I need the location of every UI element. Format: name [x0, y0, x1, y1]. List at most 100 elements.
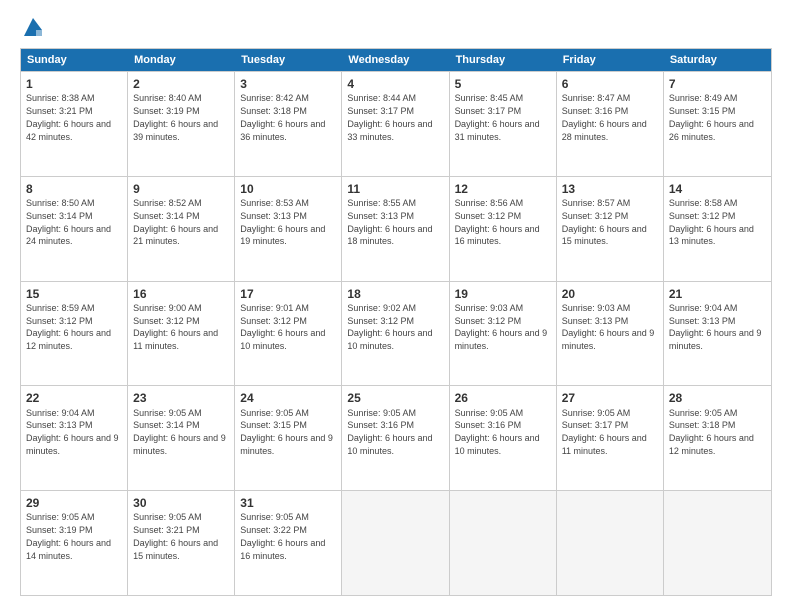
calendar-cell: 19Sunrise: 9:03 AMSunset: 3:12 PMDayligh…	[450, 282, 557, 386]
calendar-cell: 11Sunrise: 8:55 AMSunset: 3:13 PMDayligh…	[342, 177, 449, 281]
calendar-cell	[557, 491, 664, 595]
calendar-cell: 28Sunrise: 9:05 AMSunset: 3:18 PMDayligh…	[664, 386, 771, 490]
day-number: 9	[133, 181, 229, 197]
cell-info: Sunrise: 9:04 AMSunset: 3:13 PMDaylight:…	[669, 303, 762, 351]
calendar-cell: 9Sunrise: 8:52 AMSunset: 3:14 PMDaylight…	[128, 177, 235, 281]
header-day-thursday: Thursday	[450, 49, 557, 71]
calendar-cell: 20Sunrise: 9:03 AMSunset: 3:13 PMDayligh…	[557, 282, 664, 386]
day-number: 15	[26, 286, 122, 302]
day-number: 8	[26, 181, 122, 197]
day-number: 23	[133, 390, 229, 406]
cell-info: Sunrise: 8:47 AMSunset: 3:16 PMDaylight:…	[562, 93, 647, 141]
cell-info: Sunrise: 9:01 AMSunset: 3:12 PMDaylight:…	[240, 303, 325, 351]
calendar-cell: 25 Sunrise: 9:05 AMSunset: 3:16 PMDayligh…	[342, 386, 449, 490]
calendar-cell: 26Sunrise: 9:05 AMSunset: 3:16 PMDayligh…	[450, 386, 557, 490]
calendar-cell: 27 Sunrise: 9:05 AMSunset: 3:17 PMDayligh…	[557, 386, 664, 490]
calendar-cell: 2Sunrise: 8:40 AMSunset: 3:19 PMDaylight…	[128, 72, 235, 176]
cell-info: Sunrise: 8:57 AMSunset: 3:12 PMDaylight:…	[562, 198, 647, 246]
calendar-row-4: 22Sunrise: 9:04 AMSunset: 3:13 PMDayligh…	[21, 385, 771, 490]
calendar-cell: 17Sunrise: 9:01 AMSunset: 3:12 PMDayligh…	[235, 282, 342, 386]
day-number: 4	[347, 76, 443, 92]
header-day-sunday: Sunday	[21, 49, 128, 71]
cell-info: Sunrise: 9:05 AMSunset: 3:19 PMDaylight:…	[26, 512, 111, 560]
calendar-cell: 3Sunrise: 8:42 AMSunset: 3:18 PMDaylight…	[235, 72, 342, 176]
cell-info: Sunrise: 9:05 AMSunset: 3:15 PMDaylight:…	[240, 408, 333, 456]
calendar-row-5: 29Sunrise: 9:05 AMSunset: 3:19 PMDayligh…	[21, 490, 771, 595]
cell-info: Sunrise: 8:38 AMSunset: 3:21 PMDaylight:…	[26, 93, 111, 141]
day-number: 27	[562, 390, 658, 406]
calendar-cell: 14Sunrise: 8:58 AMSunset: 3:12 PMDayligh…	[664, 177, 771, 281]
header-day-monday: Monday	[128, 49, 235, 71]
day-number: 5	[455, 76, 551, 92]
day-number: 21	[669, 286, 766, 302]
cell-info: Sunrise: 8:52 AMSunset: 3:14 PMDaylight:…	[133, 198, 218, 246]
calendar-cell: 13Sunrise: 8:57 AMSunset: 3:12 PMDayligh…	[557, 177, 664, 281]
day-number: 18	[347, 286, 443, 302]
day-number: 25	[347, 390, 443, 406]
header-day-friday: Friday	[557, 49, 664, 71]
day-number: 20	[562, 286, 658, 302]
day-number: 30	[133, 495, 229, 511]
calendar-row-3: 15Sunrise: 8:59 AMSunset: 3:12 PMDayligh…	[21, 281, 771, 386]
cell-info: Sunrise: 8:58 AMSunset: 3:12 PMDaylight:…	[669, 198, 754, 246]
day-number: 16	[133, 286, 229, 302]
cell-info: Sunrise: 8:49 AMSunset: 3:15 PMDaylight:…	[669, 93, 754, 141]
day-number: 13	[562, 181, 658, 197]
cell-info: Sunrise: 8:53 AMSunset: 3:13 PMDaylight:…	[240, 198, 325, 246]
cell-info: Sunrise: 9:05 AMSunset: 3:16 PMDaylight:…	[347, 408, 432, 456]
calendar-cell: 21Sunrise: 9:04 AMSunset: 3:13 PMDayligh…	[664, 282, 771, 386]
cell-info: Sunrise: 9:05 AMSunset: 3:16 PMDaylight:…	[455, 408, 540, 456]
cell-info: Sunrise: 9:05 AMSunset: 3:21 PMDaylight:…	[133, 512, 218, 560]
calendar-body: 1Sunrise: 8:38 AMSunset: 3:21 PMDaylight…	[21, 71, 771, 595]
calendar-cell: 15Sunrise: 8:59 AMSunset: 3:12 PMDayligh…	[21, 282, 128, 386]
cell-info: Sunrise: 8:40 AMSunset: 3:19 PMDaylight:…	[133, 93, 218, 141]
page: SundayMondayTuesdayWednesdayThursdayFrid…	[0, 0, 792, 612]
calendar-header: SundayMondayTuesdayWednesdayThursdayFrid…	[21, 49, 771, 71]
calendar-row-2: 8Sunrise: 8:50 AMSunset: 3:14 PMDaylight…	[21, 176, 771, 281]
day-number: 1	[26, 76, 122, 92]
cell-info: Sunrise: 8:44 AMSunset: 3:17 PMDaylight:…	[347, 93, 432, 141]
logo-icon	[22, 16, 44, 38]
calendar-cell: 31Sunrise: 9:05 AMSunset: 3:22 PMDayligh…	[235, 491, 342, 595]
cell-info: Sunrise: 8:42 AMSunset: 3:18 PMDaylight:…	[240, 93, 325, 141]
calendar-cell	[342, 491, 449, 595]
calendar-cell	[664, 491, 771, 595]
cell-info: Sunrise: 8:56 AMSunset: 3:12 PMDaylight:…	[455, 198, 540, 246]
calendar-cell: 7Sunrise: 8:49 AMSunset: 3:15 PMDaylight…	[664, 72, 771, 176]
cell-info: Sunrise: 9:03 AMSunset: 3:13 PMDaylight:…	[562, 303, 655, 351]
day-number: 11	[347, 181, 443, 197]
calendar-cell: 4Sunrise: 8:44 AMSunset: 3:17 PMDaylight…	[342, 72, 449, 176]
logo	[20, 16, 44, 38]
cell-info: Sunrise: 9:05 AMSunset: 3:17 PMDaylight:…	[562, 408, 647, 456]
cell-info: Sunrise: 9:05 AMSunset: 3:14 PMDaylight:…	[133, 408, 226, 456]
calendar: SundayMondayTuesdayWednesdayThursdayFrid…	[20, 48, 772, 596]
cell-info: Sunrise: 9:00 AMSunset: 3:12 PMDaylight:…	[133, 303, 218, 351]
calendar-cell: 22Sunrise: 9:04 AMSunset: 3:13 PMDayligh…	[21, 386, 128, 490]
calendar-cell: 1Sunrise: 8:38 AMSunset: 3:21 PMDaylight…	[21, 72, 128, 176]
calendar-cell: 30Sunrise: 9:05 AMSunset: 3:21 PMDayligh…	[128, 491, 235, 595]
day-number: 24	[240, 390, 336, 406]
cell-info: Sunrise: 9:05 AMSunset: 3:22 PMDaylight:…	[240, 512, 325, 560]
calendar-cell: 16Sunrise: 9:00 AMSunset: 3:12 PMDayligh…	[128, 282, 235, 386]
day-number: 12	[455, 181, 551, 197]
day-number: 29	[26, 495, 122, 511]
day-number: 31	[240, 495, 336, 511]
day-number: 3	[240, 76, 336, 92]
calendar-cell	[450, 491, 557, 595]
header-day-saturday: Saturday	[664, 49, 771, 71]
cell-info: Sunrise: 8:55 AMSunset: 3:13 PMDaylight:…	[347, 198, 432, 246]
cell-info: Sunrise: 8:59 AMSunset: 3:12 PMDaylight:…	[26, 303, 111, 351]
header	[20, 16, 772, 38]
calendar-cell: 8Sunrise: 8:50 AMSunset: 3:14 PMDaylight…	[21, 177, 128, 281]
header-day-tuesday: Tuesday	[235, 49, 342, 71]
day-number: 14	[669, 181, 766, 197]
calendar-cell: 18Sunrise: 9:02 AMSunset: 3:12 PMDayligh…	[342, 282, 449, 386]
calendar-cell: 10Sunrise: 8:53 AMSunset: 3:13 PMDayligh…	[235, 177, 342, 281]
day-number: 28	[669, 390, 766, 406]
calendar-cell: 12Sunrise: 8:56 AMSunset: 3:12 PMDayligh…	[450, 177, 557, 281]
calendar-cell: 23 Sunrise: 9:05 AMSunset: 3:14 PMDayligh…	[128, 386, 235, 490]
calendar-cell: 5Sunrise: 8:45 AMSunset: 3:17 PMDaylight…	[450, 72, 557, 176]
cell-info: Sunrise: 8:50 AMSunset: 3:14 PMDaylight:…	[26, 198, 111, 246]
day-number: 7	[669, 76, 766, 92]
calendar-cell: 29Sunrise: 9:05 AMSunset: 3:19 PMDayligh…	[21, 491, 128, 595]
